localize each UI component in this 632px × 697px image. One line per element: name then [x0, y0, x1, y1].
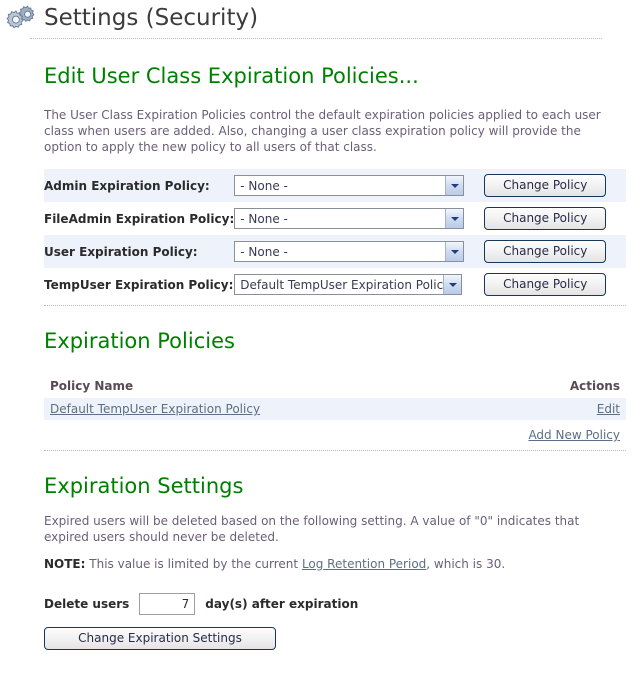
chevron-down-icon[interactable]	[445, 242, 464, 261]
tempuser-expiration-policy-value: Default TempUser Expiration Policy	[240, 277, 444, 292]
policy-name-link[interactable]: Default TempUser Expiration Policy	[50, 402, 260, 416]
table-row: Admin Expiration Policy: - None - Change…	[44, 169, 626, 202]
expiration-policies-heading: Expiration Policies	[44, 329, 235, 353]
change-policy-button-tempuser[interactable]: Change Policy	[484, 273, 607, 296]
table-row: User Expiration Policy: - None - Change …	[44, 235, 626, 268]
chevron-down-icon[interactable]	[443, 275, 462, 294]
section-divider-2	[44, 450, 626, 451]
gears-icon	[6, 3, 38, 33]
policy-form-table: Admin Expiration Policy: - None - Change…	[44, 169, 626, 301]
user-expiration-policy-value: - None -	[240, 244, 288, 259]
expiration-settings-section: Expiration Settings Expired users will b…	[0, 473, 632, 650]
section-divider-1	[44, 305, 626, 306]
change-policy-button-user[interactable]: Change Policy	[484, 240, 607, 263]
edit-policy-link[interactable]: Edit	[597, 402, 620, 416]
note-text-before: This value is limited by the current	[85, 557, 302, 571]
row-label-tempuser: TempUser Expiration Policy:	[44, 277, 234, 292]
edit-policies-description: The User Class Expiration Policies contr…	[44, 108, 601, 154]
table-row: FileAdmin Expiration Policy: - None - Ch…	[44, 202, 626, 235]
table-header-row: Policy Name Actions	[44, 376, 626, 398]
delete-users-row: Delete users day(s) after expiration	[44, 593, 626, 615]
page-header: Settings (Security)	[0, 0, 632, 34]
fileadmin-expiration-policy-value: - None -	[240, 211, 288, 226]
row-label-admin: Admin Expiration Policy:	[44, 178, 210, 193]
retention-note: NOTE: This value is limited by the curre…	[44, 557, 626, 571]
chevron-down-icon[interactable]	[445, 209, 464, 228]
add-new-policy-link[interactable]: Add New Policy	[528, 428, 620, 442]
change-expiration-settings-button[interactable]: Change Expiration Settings	[44, 627, 276, 650]
column-header-policy-name: Policy Name	[50, 379, 134, 393]
edit-policies-heading: Edit User Class Expiration Policies...	[44, 64, 419, 88]
tempuser-expiration-policy-select[interactable]: Default TempUser Expiration Policy	[234, 274, 463, 295]
page-title: Settings (Security)	[44, 5, 259, 31]
delete-days-input[interactable]	[139, 593, 196, 615]
header-divider	[30, 38, 602, 39]
delete-users-label-after: day(s) after expiration	[205, 597, 359, 611]
table-row: Default TempUser Expiration Policy Edit	[44, 398, 626, 420]
admin-expiration-policy-value: - None -	[240, 178, 288, 193]
change-policy-button-fileadmin[interactable]: Change Policy	[484, 207, 607, 230]
admin-expiration-policy-select[interactable]: - None -	[234, 175, 465, 196]
fileadmin-expiration-policy-select[interactable]: - None -	[234, 208, 465, 229]
note-label: NOTE:	[44, 557, 86, 571]
edit-policies-section: Edit User Class Expiration Policies... T…	[0, 63, 632, 301]
table-footer-row: Add New Policy	[44, 420, 626, 446]
row-label-fileadmin: FileAdmin Expiration Policy:	[44, 211, 235, 226]
table-row: TempUser Expiration Policy: Default Temp…	[44, 268, 626, 301]
expiration-policies-section: Expiration Policies Policy Name Actions …	[0, 328, 632, 446]
column-header-actions: Actions	[569, 379, 620, 393]
expiration-policies-table: Policy Name Actions Default TempUser Exp…	[44, 376, 626, 446]
user-expiration-policy-select[interactable]: - None -	[234, 241, 465, 262]
expiration-settings-heading: Expiration Settings	[44, 474, 244, 498]
note-text-after: , which is 30.	[426, 557, 506, 571]
submit-row: Change Expiration Settings	[44, 627, 626, 650]
log-retention-period-link[interactable]: Log Retention Period	[302, 557, 426, 571]
expiration-settings-description: Expired users will be deleted based on t…	[44, 514, 580, 544]
delete-users-label-before: Delete users	[44, 597, 130, 611]
chevron-down-icon[interactable]	[445, 176, 464, 195]
change-policy-button-admin[interactable]: Change Policy	[484, 174, 607, 197]
row-label-user: User Expiration Policy:	[44, 244, 198, 259]
